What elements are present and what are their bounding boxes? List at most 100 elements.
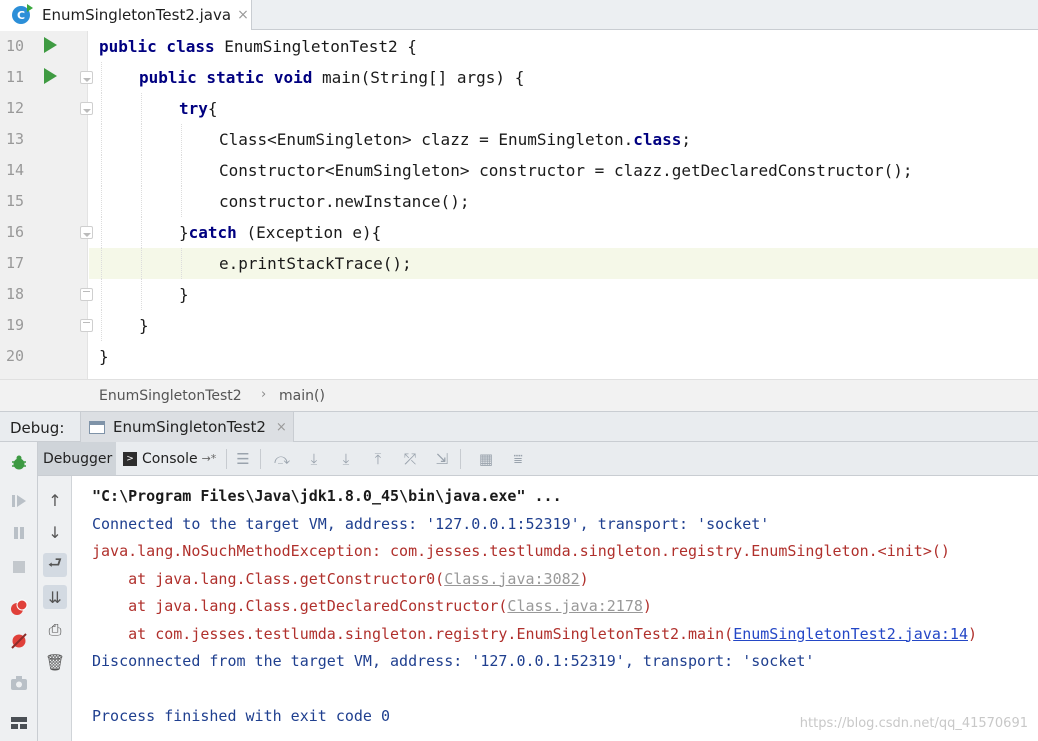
step-over-icon[interactable]: ⤼ <box>271 448 293 470</box>
soft-wrap-icon[interactable]: ⮐ <box>43 553 67 577</box>
console-text: ) <box>968 624 978 643</box>
camera-icon[interactable] <box>8 672 30 694</box>
code-token: EnumSingletonTest2 { <box>224 37 417 56</box>
layout-icon[interactable] <box>8 712 30 734</box>
drop-frame-icon[interactable]: ⤱ <box>399 448 421 470</box>
tab-debugger-label: Debugger <box>43 450 113 467</box>
print-icon[interactable]: ⎙ <box>43 618 67 642</box>
code-line[interactable]: 17 e.printStackTrace(); <box>0 248 1038 279</box>
breadcrumb-method[interactable]: main() <box>279 388 325 404</box>
tab-console[interactable]: > Console →* <box>118 442 222 475</box>
keyword-token: class <box>633 130 682 149</box>
stack-trace-link[interactable]: Class.java:2178 <box>507 597 642 615</box>
mute-breakpoints-icon[interactable] <box>8 630 30 652</box>
code-line-content: }catch (Exception e){ <box>89 217 1038 248</box>
code-token: (Exception e){ <box>246 223 382 242</box>
separator <box>260 449 261 469</box>
view-breakpoints-icon[interactable] <box>8 597 30 619</box>
code-line[interactable]: 13 Class<EnumSingleton> clazz = EnumSingl… <box>0 124 1038 155</box>
run-gutter-icon[interactable] <box>44 37 57 53</box>
code-line[interactable]: 16}catch (Exception e){ <box>0 217 1038 248</box>
trash-icon[interactable]: 🗑 <box>43 650 67 674</box>
bug-icon[interactable] <box>8 452 30 474</box>
code-token: main(String[] args) { <box>322 68 525 87</box>
console-line: "C:\Program Files\Java\jdk1.8.0_45\bin\j… <box>92 484 562 508</box>
step-into-icon[interactable]: ⤓ <box>303 448 325 470</box>
close-icon[interactable]: × <box>237 7 249 23</box>
step-out-icon[interactable]: ⤒ <box>367 448 389 470</box>
tab-debugger[interactable]: Debugger <box>38 442 116 475</box>
separator <box>226 449 227 469</box>
debug-session-tab[interactable]: EnumSingletonTest2 × <box>80 412 294 442</box>
code-line-content: public static void main(String[] args) { <box>89 62 1038 93</box>
code-text: Class<EnumSingleton> clazz = EnumSinglet… <box>219 124 691 155</box>
console-text: ) <box>579 569 589 588</box>
console-line: java.lang.NoSuchMethodException: com.jes… <box>92 539 950 563</box>
code-text: Constructor<EnumSingleton> constructor =… <box>219 155 913 186</box>
scroll-to-end-icon[interactable]: ⇊ <box>43 585 67 609</box>
code-line-content: Constructor<EnumSingleton> constructor =… <box>89 155 1038 186</box>
debug-subtab-bar: Debugger > Console →* ☰ ⤼ ⤓ ⤓ ⤒ ⤱ ⇲ ▦ ⩸ <box>38 442 1038 476</box>
stack-trace-link[interactable]: EnumSingletonTest2.java:14 <box>733 625 968 643</box>
code-editor[interactable]: 10 public class EnumSingletonTest2 { 11 pub… <box>0 31 1038 379</box>
indent-guide <box>181 155 182 186</box>
editor-tab[interactable]: C EnumSingletonTest2.java × <box>0 0 252 30</box>
force-step-into-icon[interactable]: ⤓ <box>335 448 357 470</box>
line-number: 13 <box>6 130 25 148</box>
code-line-content: } <box>89 279 1038 310</box>
close-icon[interactable]: × <box>276 420 287 435</box>
stack-trace-link[interactable]: Class.java:3082 <box>444 570 579 588</box>
indent-guide <box>101 217 102 248</box>
pin-icon[interactable]: →* <box>202 452 217 465</box>
console-text: at java.lang.Class.getConstructor0( <box>92 569 445 588</box>
code-text: constructor.newInstance(); <box>219 186 469 217</box>
code-line[interactable]: 11 public static void main(String[] args)… <box>0 62 1038 93</box>
code-text: } <box>99 341 109 372</box>
console-text: at java.lang.Class.getDeclaredConstructo… <box>92 597 508 615</box>
code-text: public static void main(String[] args) { <box>139 62 524 93</box>
console-line: at java.lang.Class.getConstructor0(Class… <box>92 567 589 591</box>
stop-icon[interactable] <box>8 556 30 578</box>
line-number: 17 <box>6 254 25 272</box>
code-line-content: } <box>89 341 1038 372</box>
indent-guide <box>141 124 142 155</box>
breadcrumb-class[interactable]: EnumSingletonTest2 <box>99 388 242 404</box>
console-text: java.lang.NoSuchMethodException: com.jes… <box>92 542 950 560</box>
code-token: { <box>207 99 218 118</box>
debug-session-label: EnumSingletonTest2 <box>113 418 266 436</box>
console-output[interactable]: "C:\Program Files\Java\jdk1.8.0_45\bin\j… <box>72 476 1038 741</box>
console-text: Connected to the target VM, address: '12… <box>92 514 770 533</box>
code-token: } <box>139 316 149 335</box>
code-line[interactable]: 12 try{ <box>0 93 1038 124</box>
indent-guide <box>101 186 102 217</box>
console-line: Process finished with exit code 0 <box>92 704 390 728</box>
code-line[interactable]: 18} <box>0 279 1038 310</box>
code-line-content: } <box>89 310 1038 341</box>
code-line[interactable]: 19} <box>0 310 1038 341</box>
editor-tab-label: EnumSingletonTest2.java <box>42 6 232 24</box>
code-line[interactable]: 20} <box>0 341 1038 372</box>
up-arrow-icon[interactable]: ↑ <box>43 488 67 512</box>
keyword-token: public class <box>99 37 225 56</box>
indent-guide <box>181 186 182 217</box>
line-number: 10 <box>6 37 25 55</box>
editor-tab-bar: C EnumSingletonTest2.java × <box>0 0 1038 30</box>
run-to-cursor-icon[interactable]: ⇲ <box>431 448 453 470</box>
resume-icon[interactable] <box>8 490 30 512</box>
indent-guide <box>141 217 142 248</box>
pause-icon[interactable] <box>8 522 30 544</box>
trace-icon[interactable]: ⩸ <box>507 448 529 470</box>
line-number: 14 <box>6 161 25 179</box>
show-execution-point-icon[interactable]: ☰ <box>232 448 254 470</box>
watermark: https://blog.csdn.net/qq_41570691 <box>799 716 1028 731</box>
indent-guide <box>141 279 142 310</box>
window-icon <box>89 420 105 434</box>
code-token: } <box>99 347 109 366</box>
down-arrow-icon[interactable]: ↓ <box>43 520 67 544</box>
evaluate-expression-icon[interactable]: ▦ <box>475 448 497 470</box>
code-line[interactable]: 15 constructor.newInstance(); <box>0 186 1038 217</box>
code-line[interactable]: 10 public class EnumSingletonTest2 { <box>0 31 1038 62</box>
code-line[interactable]: 14 Constructor<EnumSingleton> constructor… <box>0 155 1038 186</box>
console-line: at com.jesses.testlumda.singleton.regist… <box>92 622 977 646</box>
run-gutter-icon[interactable] <box>44 68 57 84</box>
